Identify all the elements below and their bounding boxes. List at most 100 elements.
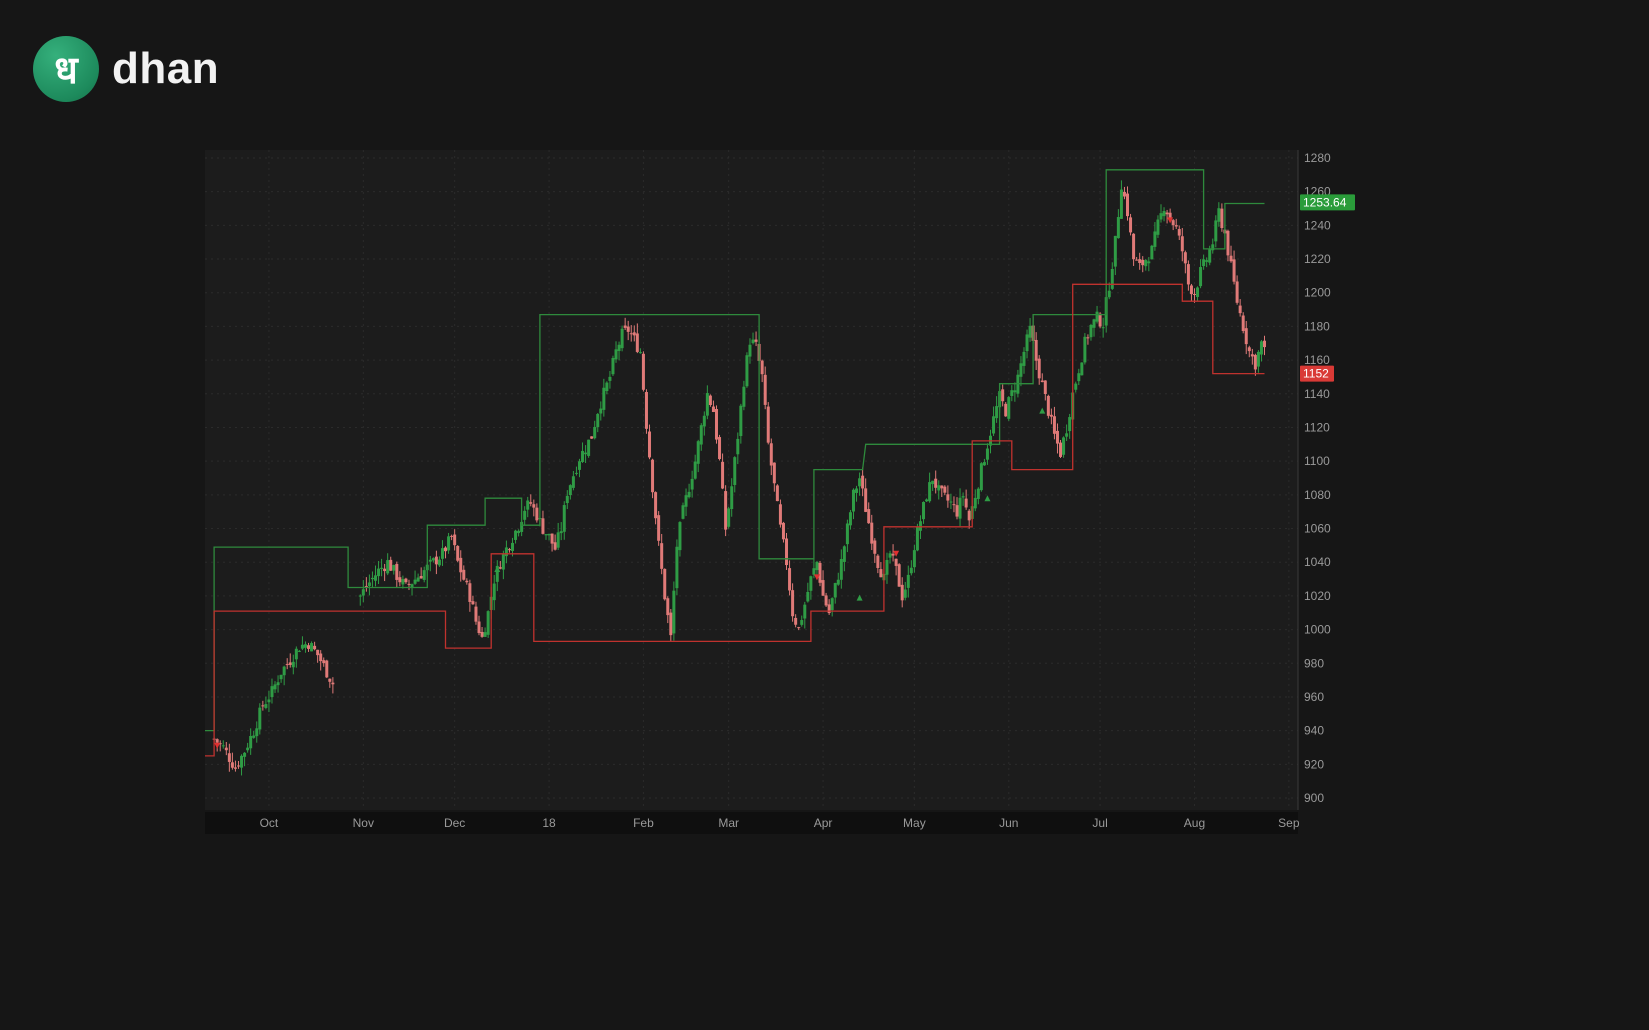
candle-body (1183, 252, 1187, 264)
candle-body (1004, 403, 1008, 417)
candle-body (596, 413, 600, 428)
candlestick-chart-svg: 1280126012401220120011801160114011201100… (205, 150, 1440, 880)
candle-body (1116, 217, 1120, 239)
candle-body (1059, 442, 1063, 457)
candle-body (705, 393, 709, 416)
candle-body (1196, 287, 1200, 297)
candle-body (431, 558, 435, 561)
candle-body (873, 540, 877, 554)
candle-body (925, 499, 929, 502)
candle-body (718, 437, 722, 460)
candle-body (696, 441, 700, 464)
candle-body (845, 523, 849, 545)
candle-body (733, 457, 737, 485)
candle-body (322, 660, 326, 664)
candle-body (949, 501, 953, 503)
candle-body (526, 500, 530, 510)
candle-body (742, 386, 746, 407)
candle-body (1168, 212, 1172, 219)
x-tick-label: May (903, 816, 926, 830)
candle-body (571, 476, 575, 488)
candle-body (291, 661, 295, 668)
x-tick-label: Jun (999, 816, 1018, 830)
candle-body (775, 485, 779, 502)
brand-logo: ध dhan (33, 36, 219, 102)
candle-body (855, 488, 859, 493)
candle-body (806, 591, 810, 602)
candle-body (565, 495, 569, 504)
candle-body (313, 645, 317, 650)
candle-body (477, 621, 481, 634)
candle-body (544, 534, 548, 536)
candle-body (258, 707, 262, 730)
candle-body (708, 395, 712, 405)
candle-body (1013, 390, 1017, 393)
dhan-logo-icon: ध (33, 36, 99, 102)
candle-body (894, 558, 898, 566)
candle-body (310, 643, 314, 652)
candle-body (444, 547, 448, 552)
x-tick-label: Oct (260, 816, 279, 830)
candle-body (1022, 351, 1026, 366)
candle-body (236, 765, 240, 767)
candle-body (800, 620, 804, 625)
candle-body (818, 562, 822, 583)
y-tick-label: 1180 (1304, 319, 1330, 333)
candle-body (672, 590, 676, 634)
candle-body (766, 406, 770, 443)
candle-body (1147, 261, 1151, 264)
candle-body (1156, 219, 1160, 235)
candle-body (995, 406, 999, 419)
candle-body (711, 406, 715, 413)
candle-body (1065, 433, 1069, 437)
candle-body (952, 504, 956, 506)
candle-body (763, 374, 767, 405)
candle-body (224, 747, 228, 751)
candle-body (1007, 397, 1011, 419)
candle-body (1068, 417, 1072, 432)
y-tick-label: 1100 (1304, 454, 1330, 468)
candle-body (581, 450, 585, 462)
candle-body (474, 606, 478, 622)
candle-body (955, 505, 959, 517)
candle-body (973, 497, 977, 509)
candle-body (307, 645, 311, 649)
y-tick-label: 1160 (1304, 353, 1330, 367)
candle-body (383, 568, 387, 572)
y-tick-label: 960 (1304, 690, 1324, 704)
candle-body (584, 452, 588, 455)
candle-body (803, 604, 807, 619)
brand-name: dhan (112, 44, 220, 93)
candle-body (215, 739, 219, 743)
candle-body (300, 644, 304, 649)
candle-body (1226, 230, 1230, 256)
candle-body (861, 475, 865, 489)
candle-body (684, 495, 688, 507)
candle-body (903, 589, 907, 598)
candle-body (1101, 327, 1105, 329)
candle-body (1229, 255, 1233, 262)
candle-body (1001, 389, 1005, 402)
candle-body (1256, 351, 1260, 367)
candle-body (273, 684, 277, 690)
candle-body (1083, 336, 1087, 363)
candle-body (870, 522, 874, 544)
candle-body (574, 472, 578, 474)
candle-body (608, 376, 612, 381)
candle-body (1095, 311, 1099, 322)
candle-body (1199, 267, 1203, 287)
candle-body (361, 589, 365, 596)
candle-body (1074, 383, 1078, 390)
candle-body (864, 488, 868, 512)
candle-body (721, 461, 725, 489)
candle-body (748, 344, 752, 357)
candle-body (1189, 285, 1193, 295)
candle-body (1259, 341, 1263, 355)
candle-body (928, 482, 932, 502)
candle-body (261, 705, 265, 707)
candle-body (812, 568, 816, 575)
candle-body (644, 392, 648, 429)
candle-body (480, 631, 484, 637)
candle-body (279, 674, 283, 680)
candle-body (377, 568, 381, 577)
